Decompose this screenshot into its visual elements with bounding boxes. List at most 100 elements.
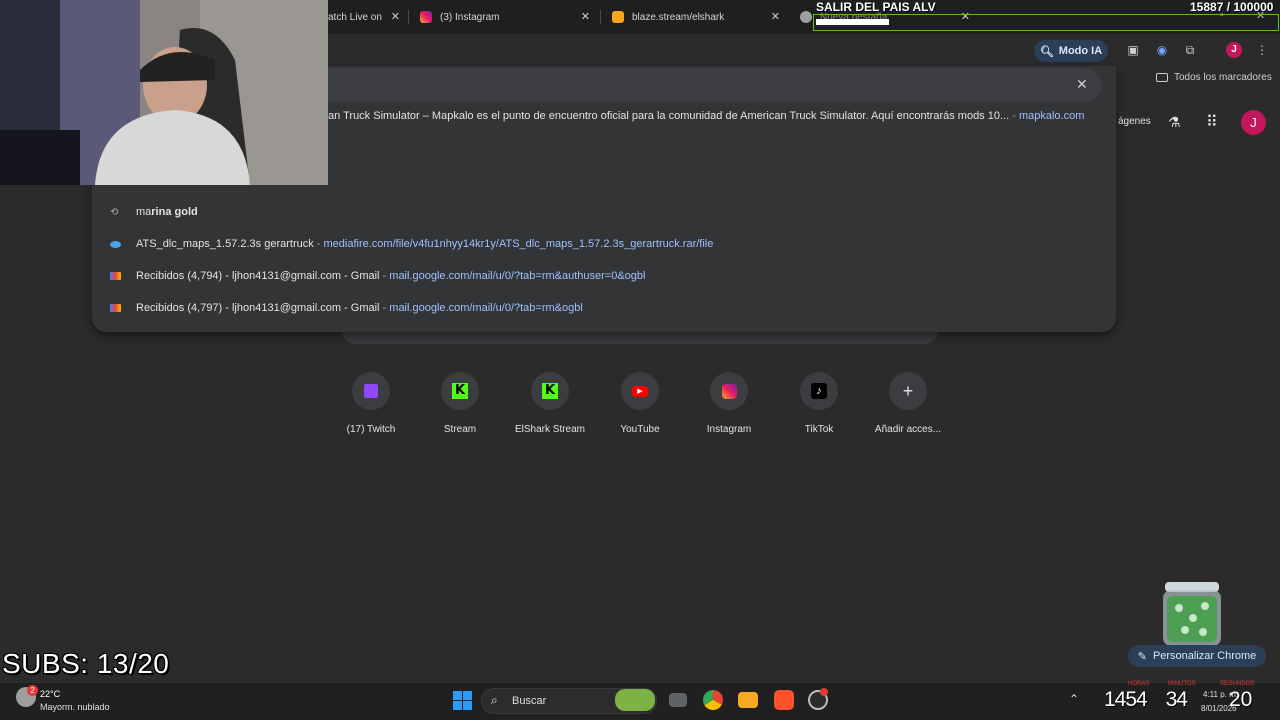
taskbar-search-label: Buscar	[512, 695, 547, 707]
profile-avatar[interactable]: J	[1226, 42, 1242, 58]
all-bookmarks[interactable]: Todos los marcadores	[1156, 72, 1272, 83]
shortcut-tiktok[interactable]: ♪ TikTok	[774, 372, 864, 435]
search-spark-icon: 🔍︎	[1039, 45, 1054, 58]
pencil-icon: ✎	[1137, 650, 1147, 663]
shortcut-label: (17) Twitch	[346, 424, 396, 435]
gmail-icon	[110, 304, 121, 312]
tab-title: (3) Instagram	[440, 11, 500, 23]
tab-separator	[600, 10, 601, 24]
tab-instagram[interactable]: (3) Instagram ✕	[420, 6, 590, 28]
suggestion-url: mail.google.com/mail/u/0/?tab=rm&authuse…	[389, 270, 646, 282]
timer-hours: 1454	[1104, 688, 1148, 711]
twitch-icon	[352, 372, 390, 410]
weather-badge: 2	[27, 685, 38, 696]
mediafire-icon	[110, 241, 121, 248]
shortcut-label: YouTube	[620, 424, 660, 435]
modo-ia-button[interactable]: 🔍︎ Modo IA	[1034, 40, 1108, 62]
all-bookmarks-label: Todos los marcadores	[1174, 72, 1272, 83]
close-icon[interactable]: ✕	[771, 10, 780, 23]
suggestion-text: Recibidos (4,794) - ljhon4131@gmail.com …	[136, 270, 380, 282]
goal-progress-fill	[816, 19, 889, 25]
shortcut-label: ElShark Stream	[514, 424, 586, 435]
tiktok-icon: ♪	[800, 372, 838, 410]
shortcut-label: Añadir acces...	[874, 424, 942, 435]
close-icon[interactable]: ✕	[391, 10, 400, 23]
menu-icon[interactable]: ⋮	[1254, 42, 1270, 58]
shortcut-elshark-stream[interactable]: K ElShark Stream	[505, 372, 595, 435]
weather-desc: Mayorm. nublado	[40, 702, 110, 712]
suggestion-url: mediafire.com/file/v4fu1nhyy14kr1y/ATS_d…	[323, 238, 714, 250]
timer-label-hours: HORAS	[1128, 681, 1150, 687]
suggestion-mediafire[interactable]: ATS_dlc_maps_1.57.2.3s gerartruck - medi…	[92, 229, 1116, 259]
weather-icon: 2	[16, 685, 38, 707]
notification-dot-icon	[820, 688, 828, 696]
vpn-icon[interactable]: ◉	[1154, 42, 1170, 58]
webcam-overlay	[0, 0, 328, 185]
goal-count: 15887 / 100000	[1190, 0, 1274, 14]
brave-icon[interactable]	[774, 690, 794, 710]
youtube-icon: ▶	[621, 372, 659, 410]
suggestion-gmail-2[interactable]: Recibidos (4,797) - ljhon4131@gmail.com …	[92, 293, 1116, 323]
shortcut-label: TikTok	[804, 424, 834, 435]
weather-widget[interactable]: 2	[16, 685, 38, 707]
suggestion-text: ATS_dlc_maps_1.57.2.3s gerartruck	[136, 238, 314, 250]
suggestion-url: mail.google.com/mail/u/0/?tab=rm&ogbl	[389, 302, 583, 314]
search-highlight-icon	[615, 689, 655, 711]
tab-separator	[408, 10, 409, 24]
subs-counter: SUBS: 13/20	[2, 648, 170, 679]
profile-avatar-ntp[interactable]: J	[1241, 110, 1266, 135]
gmail-icon	[110, 272, 121, 280]
suggestion-bold: rina gold	[151, 206, 198, 218]
timer-minutes: 34	[1165, 688, 1188, 711]
timer-label-minutes: MINUTOS	[1168, 681, 1196, 687]
picture-in-picture-icon[interactable]: ▣	[1125, 42, 1141, 58]
clear-icon[interactable]: ✕	[1076, 76, 1088, 93]
close-icon[interactable]: ✕	[581, 10, 590, 23]
clock-time[interactable]: 4:11 p. m.	[1203, 690, 1238, 699]
suggestion-gmail-1[interactable]: Recibidos (4,794) - ljhon4131@gmail.com …	[92, 261, 1116, 291]
modo-ia-label: Modo IA	[1058, 45, 1103, 57]
images-link[interactable]: ágenes	[1118, 116, 1151, 127]
suggestion-prefix: ma	[136, 206, 152, 218]
shortcut-stream[interactable]: K Stream	[415, 372, 505, 435]
search-icon: ⌕	[491, 693, 498, 707]
apps-grid-icon[interactable]: ⠿	[1206, 112, 1218, 132]
shortcut-youtube[interactable]: ▶ YouTube	[595, 372, 685, 435]
labs-icon[interactable]: ⚗	[1168, 114, 1181, 131]
shortcut-label: Instagram	[706, 424, 752, 435]
chrome-icon	[800, 11, 812, 23]
blaze-icon	[612, 11, 624, 23]
instagram-icon	[420, 11, 432, 23]
tab-title: atch Live on	[328, 11, 382, 23]
suggestion-history[interactable]: ⟲ marina gold	[92, 197, 1116, 227]
clock-date[interactable]: 8/01/2026	[1201, 704, 1237, 713]
timer-label-seconds: SEGUNDOS	[1220, 681, 1255, 687]
customize-chrome-button[interactable]: ✎ Personalizar Chrome	[1128, 645, 1266, 667]
tab-twitch[interactable]: atch Live on ✕	[328, 6, 400, 28]
chrome-taskbar-icon[interactable]	[703, 690, 723, 710]
kick-icon: K	[441, 372, 479, 410]
suggestion-text: an Truck Simulator – Mapkalo es el punto…	[328, 110, 1010, 122]
file-explorer-icon[interactable]	[738, 692, 758, 708]
weather-temp: 22°C	[40, 689, 61, 699]
tab-blaze[interactable]: blaze.stream/elshark ✕	[612, 6, 780, 28]
chevron-up-icon[interactable]: ⌃	[1069, 692, 1079, 706]
shortcut-label: Stream	[443, 424, 477, 435]
plus-icon: +	[889, 372, 927, 410]
stream-timer: 1454 34	[1104, 688, 1188, 712]
shortcut-twitch[interactable]: (17) Twitch	[326, 372, 416, 435]
webcam-feed	[0, 0, 328, 185]
windows-start-icon[interactable]	[453, 691, 472, 710]
kick-icon: K	[531, 372, 569, 410]
goal-progress-bar	[813, 14, 1279, 31]
shortcut-add[interactable]: + Añadir acces...	[863, 372, 953, 435]
task-view-icon[interactable]	[669, 693, 687, 707]
customize-chrome-label: Personalizar Chrome	[1152, 650, 1257, 662]
extensions-icon[interactable]: ⧉	[1182, 42, 1198, 58]
suggestion-text: Recibidos (4,797) - ljhon4131@gmail.com …	[136, 302, 380, 314]
instagram-icon	[710, 372, 748, 410]
suggestion-url: mapkalo.com	[1018, 110, 1085, 122]
tab-title: blaze.stream/elshark	[632, 11, 725, 23]
shortcut-instagram[interactable]: Instagram	[684, 372, 774, 435]
history-icon: ⟲	[110, 207, 119, 218]
